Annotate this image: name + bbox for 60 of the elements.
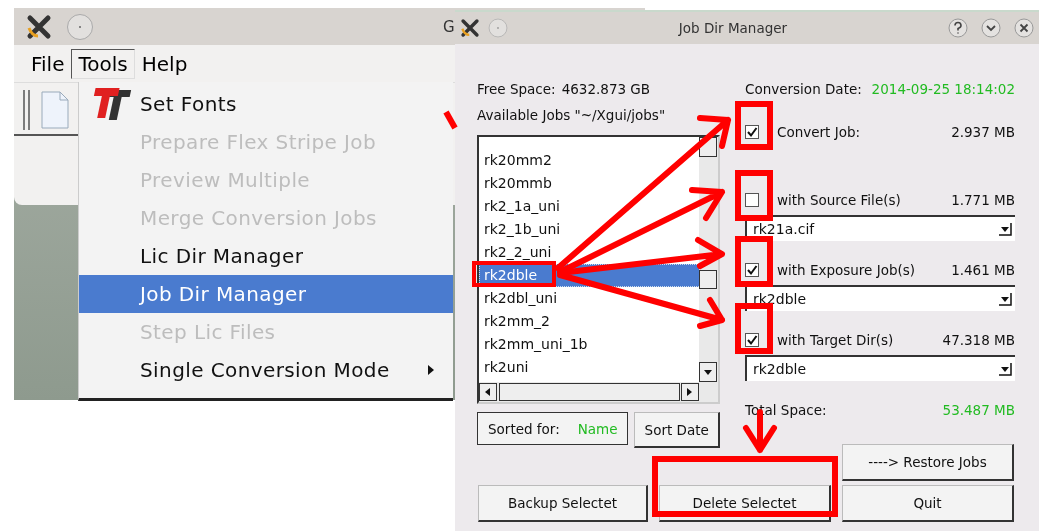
sorted-for-value: Name xyxy=(577,420,618,437)
conversion-date-label: Conversion Date: xyxy=(745,81,862,97)
minimize-icon[interactable] xyxy=(981,18,1001,38)
list-item[interactable]: rk2mm_uni_1b xyxy=(479,333,701,356)
checkbox[interactable] xyxy=(745,333,759,347)
toolbar-grip-icon xyxy=(22,88,32,132)
sort-date-button[interactable]: Sort Date xyxy=(634,412,720,448)
window-title: Job Dir Manager xyxy=(677,20,789,36)
free-space-label: Free Space: xyxy=(477,81,556,97)
size-value: 2.937 MB xyxy=(951,124,1015,140)
option-label: Convert Job: xyxy=(777,124,861,140)
free-space-value: 4632.873 GB xyxy=(561,81,651,97)
dropdown-arrow-icon xyxy=(998,292,1012,306)
total-space-value: 53.487 MB xyxy=(942,402,1015,418)
menu-item[interactable]: Set Fonts xyxy=(79,85,453,123)
menu-item[interactable]: Single Conversion Mode xyxy=(79,351,453,389)
menu-item[interactable]: File xyxy=(24,48,72,79)
app-logo-icon xyxy=(460,18,480,38)
option-label: with Source File(s) xyxy=(777,192,901,208)
help-icon[interactable] xyxy=(948,18,968,38)
dropdown-arrow-icon xyxy=(998,222,1012,236)
action-button[interactable]: Backup Selectet xyxy=(478,485,648,522)
list-item[interactable]: rk20mm2 xyxy=(479,149,701,172)
list-item[interactable]: rk2_1a_uni xyxy=(479,195,701,218)
list-item[interactable]: rk20mmb xyxy=(479,172,701,195)
checkbox[interactable] xyxy=(745,263,759,277)
list-item[interactable]: rk2_2_uni xyxy=(479,241,701,264)
horizontal-scrollbar[interactable] xyxy=(479,382,718,402)
checkbox[interactable] xyxy=(745,125,759,139)
highlight-frame xyxy=(735,101,773,150)
app-logo-icon xyxy=(26,13,52,40)
jobs-label: Available Jobs "~/Xgui/jobs" xyxy=(477,106,667,125)
job-list[interactable]: rk20mm2 rk20mmb rk2_1a_uni rk2_1b_uni rk2_2_uni rk2dble rk2dbl_uni rk2mm_2 rk2mm_uni_1b rk2uni xyxy=(477,135,720,404)
highlight-frame xyxy=(735,236,773,287)
conversion-date-value: 2014-09-25 18:14:02 xyxy=(871,81,1015,97)
dropdown-field[interactable]: rk21a.cif xyxy=(745,215,1015,241)
highlight-frame xyxy=(735,170,773,221)
menu-item[interactable]: Tools xyxy=(71,48,135,79)
dropdown-arrow-icon xyxy=(998,362,1012,376)
size-value: 1.771 MB xyxy=(951,192,1015,208)
size-value: 47.318 MB xyxy=(942,332,1015,348)
action-button[interactable]: Quit xyxy=(842,485,1014,522)
dropdown-field[interactable]: rk2dble xyxy=(745,355,1015,381)
restore-jobs-button[interactable]: ----> Restore Jobs xyxy=(842,444,1014,481)
option-label: with Exposure Job(s) xyxy=(777,262,916,278)
menu-item[interactable]: Help xyxy=(134,48,195,79)
list-item[interactable]: rk2uni xyxy=(479,356,701,379)
highlight-frame xyxy=(735,303,773,354)
size-value: 1.461 MB xyxy=(951,262,1015,278)
checkbox[interactable] xyxy=(745,193,759,207)
menu-item[interactable]: Lic Dir Manager xyxy=(79,237,453,275)
option-label: with Target Dir(s) xyxy=(777,332,894,348)
list-item[interactable]: rk2dbl_uni xyxy=(479,287,701,310)
submenu-arrow-icon xyxy=(427,364,435,376)
menu-item[interactable]: Job Dir Manager xyxy=(79,275,453,313)
window-title: G xyxy=(443,17,455,36)
list-item[interactable]: rk2mm_2 xyxy=(479,310,701,333)
list-item[interactable]: rk2_1b_uni xyxy=(479,218,701,241)
sorted-for-label: Sorted for: xyxy=(488,420,560,437)
close-icon[interactable] xyxy=(1014,18,1034,38)
